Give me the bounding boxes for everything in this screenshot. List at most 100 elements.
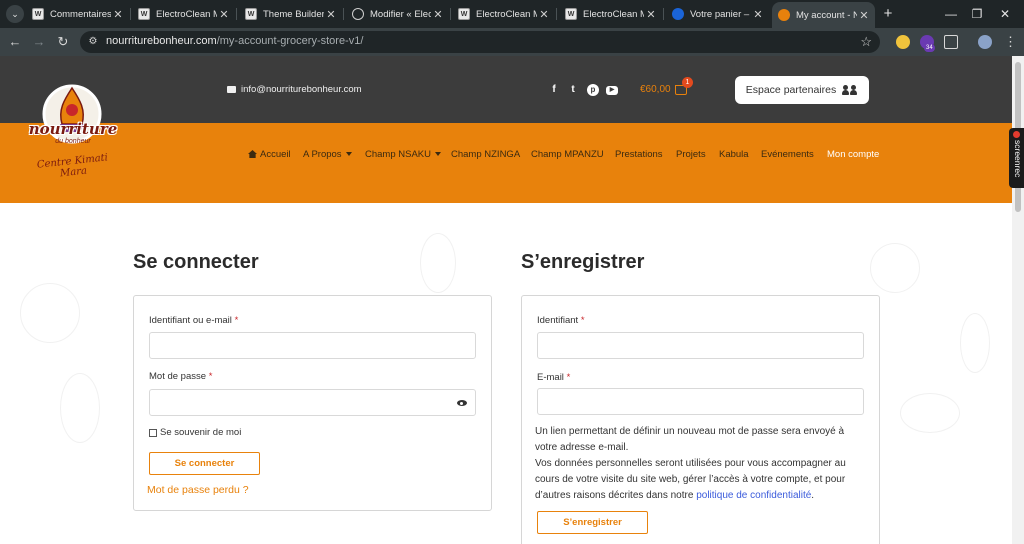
cart-link[interactable]: €60,00 — [640, 84, 687, 95]
new-tab-icon[interactable]: + — [880, 5, 896, 23]
register-email-input[interactable] — [537, 388, 864, 415]
wp-icon: W — [458, 8, 470, 20]
browser-tab[interactable]: W ElectroClean Ma ✕ — [132, 4, 235, 24]
nav-item-projets[interactable]: Projets — [676, 149, 706, 160]
site-info-icon[interactable]: ⚙ — [87, 36, 99, 48]
nav-item-a-propos[interactable]: A Propos — [303, 149, 352, 160]
login-password-input[interactable] — [149, 389, 476, 416]
bookmark-star-icon[interactable]: ☆ — [860, 34, 872, 50]
email-text: info@nourriturebonheur.com — [241, 84, 362, 95]
remember-me[interactable]: Se souvenir de moi — [149, 427, 241, 438]
forward-icon[interactable]: → — [30, 33, 48, 51]
extension-badge: 34 — [924, 44, 935, 52]
register-username-input[interactable] — [537, 332, 864, 359]
pinterest-icon[interactable]: p — [587, 84, 599, 96]
tab-title: Votre panier – el — [690, 8, 751, 20]
email-contact[interactable]: info@nourriturebonheur.com — [227, 84, 362, 95]
tab-title: Theme Builder ‹ — [263, 8, 324, 20]
youtube-icon[interactable]: ▶ — [606, 86, 618, 95]
nav-item-evenements[interactable]: Evénements — [761, 149, 814, 160]
restore-icon[interactable]: ❐ — [966, 5, 988, 23]
cart-total: €60,00 — [640, 84, 671, 95]
nav-item-champ-mpanzu[interactable]: Champ MPANZU — [531, 149, 604, 160]
browser-tab[interactable]: Modifier « Electr ✕ — [346, 4, 449, 24]
browser-tab[interactable]: W Commentaires ‹ ✕ — [26, 4, 129, 24]
close-icon[interactable]: ✕ — [857, 9, 871, 22]
profile-avatar[interactable] — [978, 35, 992, 49]
password-link-info: Un lien permettant de définir un nouveau… — [535, 426, 845, 453]
password-label: Mot de passe * — [149, 371, 213, 382]
browser-tab[interactable]: W ElectroClean Ma ✕ — [452, 4, 555, 24]
register-title: S’enregistrer — [521, 251, 645, 273]
close-icon[interactable]: ✕ — [751, 8, 765, 21]
minimize-icon[interactable]: — — [940, 5, 962, 23]
tab-title: ElectroClean Ma — [476, 8, 537, 20]
register-info-text: Un lien permettant de définir un nouveau… — [535, 426, 846, 501]
browser-tab-bar: ⌄ W Commentaires ‹ ✕ W ElectroClean Ma ✕… — [0, 0, 1024, 28]
wp-icon: W — [138, 8, 150, 20]
nav-item-kabula[interactable]: Kabula — [719, 149, 749, 160]
browser-tab[interactable]: Votre panier – el ✕ — [666, 4, 769, 24]
browser-tab[interactable]: W Theme Builder ‹ ✕ — [239, 4, 342, 24]
close-icon[interactable]: ✕ — [537, 8, 551, 21]
wp-icon: W — [245, 8, 257, 20]
screenrec-widget[interactable]: screenrec — [1009, 128, 1024, 188]
wp-icon: W — [565, 8, 577, 20]
tab-search-icon[interactable]: ⌄ — [6, 5, 24, 23]
back-icon[interactable]: ← — [6, 33, 24, 51]
home-icon — [248, 150, 257, 158]
logo-wordmark: nourriture — [28, 120, 118, 138]
twitter-icon[interactable]: t — [567, 84, 579, 96]
envelope-icon — [227, 86, 236, 93]
close-icon[interactable]: ✕ — [431, 8, 445, 21]
privacy-policy-link[interactable]: politique de confidentialité — [696, 490, 811, 501]
eye-icon[interactable] — [457, 400, 467, 406]
reload-icon[interactable]: ↻ — [54, 33, 72, 51]
login-form: Identifiant ou e-mail * Mot de passe * S… — [133, 295, 492, 511]
tab-title: Modifier « Electr — [370, 8, 431, 20]
main-nav: Accueil A Propos Champ NSAKU Champ NZING… — [0, 123, 1012, 203]
chevron-down-icon — [345, 152, 352, 157]
close-icon[interactable]: ✕ — [324, 8, 338, 21]
lost-password-link[interactable]: Mot de passe perdu ? — [147, 484, 249, 496]
globe-icon — [352, 8, 364, 20]
browser-tab[interactable]: W ElectroClean Ma ✕ — [559, 4, 662, 24]
screenrec-label: screenrec — [1013, 140, 1023, 178]
site-logo[interactable]: nourriture du bonheur Centre Kimati Mara — [24, 80, 122, 192]
nav-item-champ-nzinga[interactable]: Champ NZINGA — [451, 149, 520, 160]
login-submit-button[interactable]: Se connecter — [149, 452, 260, 475]
facebook-icon[interactable]: f — [548, 84, 560, 96]
register-username-label: Identifiant * — [537, 315, 585, 326]
browser-tab-active[interactable]: My account - No ✕ — [772, 2, 875, 28]
login-title: Se connecter — [133, 251, 259, 273]
account-page: Se connecter Identifiant ou e-mail * Mot… — [0, 203, 1012, 544]
logo-tagline: du bonheur — [55, 138, 91, 145]
window-close-icon[interactable]: ✕ — [994, 5, 1016, 23]
tab-title: ElectroClean Ma — [583, 8, 644, 20]
nav-item-champ-nsaku[interactable]: Champ NSAKU — [365, 149, 441, 160]
tab-title: ElectroClean Ma — [156, 8, 217, 20]
url-field[interactable]: ⚙ nourriturebonheur.com/my-account-groce… — [80, 31, 880, 53]
nav-item-prestations[interactable]: Prestations — [615, 149, 663, 160]
wp-icon: W — [32, 8, 44, 20]
close-icon[interactable]: ✕ — [644, 8, 658, 21]
extension-icon[interactable] — [896, 35, 910, 49]
partner-space-button[interactable]: Espace partenaires — [735, 76, 869, 104]
tab-title: My account - No — [796, 9, 857, 21]
nav-item-mon-compte[interactable]: Mon compte — [827, 149, 879, 160]
close-icon[interactable]: ✕ — [217, 8, 231, 21]
address-bar: ← → ↻ ⚙ nourriturebonheur.com/my-account… — [0, 28, 1024, 56]
orange-site-icon — [778, 9, 790, 21]
register-submit-button[interactable]: S’enregistrer — [537, 511, 648, 534]
tab-title: Commentaires ‹ — [50, 8, 111, 20]
login-username-input[interactable] — [149, 332, 476, 359]
users-icon — [842, 85, 858, 95]
register-email-label: E-mail * — [537, 372, 571, 383]
extensions-puzzle-icon[interactable] — [944, 35, 958, 49]
remember-checkbox[interactable] — [149, 428, 157, 437]
username-label: Identifiant ou e-mail * — [149, 315, 239, 326]
blue-site-icon — [672, 8, 684, 20]
close-icon[interactable]: ✕ — [111, 8, 125, 21]
nav-item-accueil[interactable]: Accueil — [248, 149, 291, 160]
browser-menu-icon[interactable]: ⋮ — [1004, 33, 1017, 51]
